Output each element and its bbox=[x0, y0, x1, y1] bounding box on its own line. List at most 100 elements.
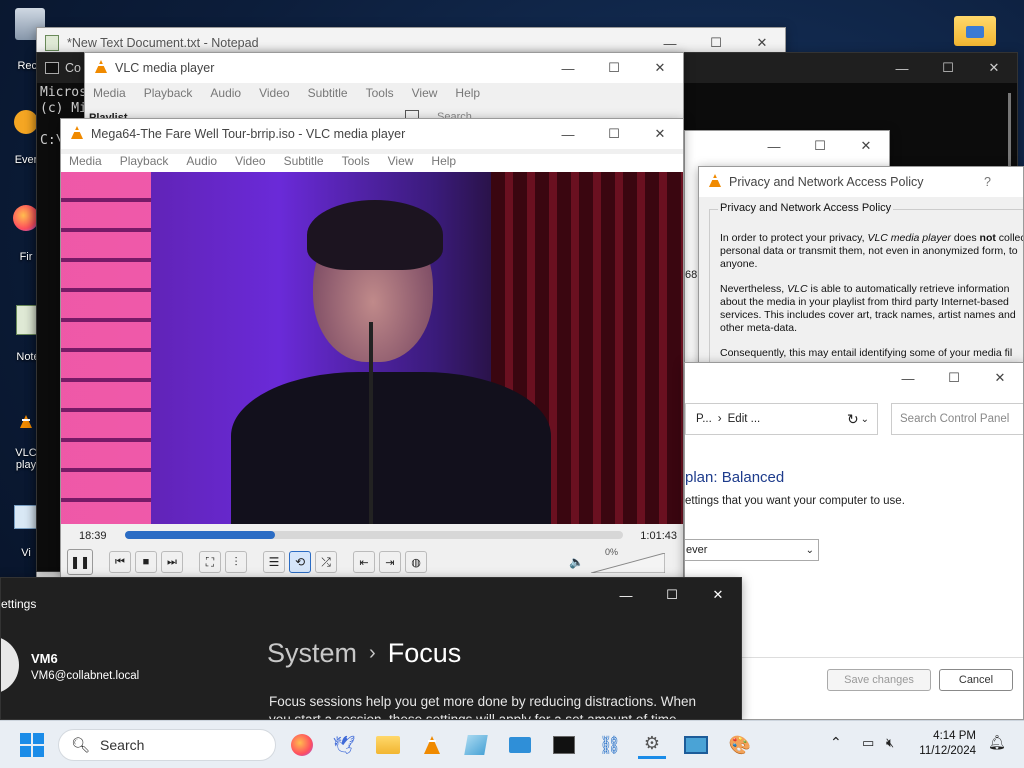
remote-desktop-icon[interactable] bbox=[682, 731, 710, 759]
vlc-main-window[interactable]: Mega64-The Fare Well Tour-brrip.iso - VL… bbox=[60, 118, 684, 578]
breadcrumb: System › Focus bbox=[267, 638, 461, 669]
menu-media[interactable]: Media bbox=[93, 86, 126, 100]
minimize-button[interactable]: — bbox=[751, 131, 797, 161]
breadcrumb-item[interactable]: Edit ... bbox=[728, 413, 761, 425]
menu-video[interactable]: Video bbox=[235, 154, 265, 172]
breadcrumb-item[interactable]: P... bbox=[696, 413, 712, 425]
privacy-dialog[interactable]: Privacy and Network Access Policy ? Priv… bbox=[698, 166, 1024, 366]
record-button[interactable]: ◍ bbox=[405, 551, 427, 573]
close-button[interactable]: ✕ bbox=[695, 580, 741, 610]
volume-slider[interactable] bbox=[590, 552, 666, 574]
menu-audio[interactable]: Audio bbox=[186, 154, 217, 172]
privacy-titlebar[interactable]: Privacy and Network Access Policy ? bbox=[699, 167, 1023, 197]
extended-settings-button[interactable]: ⫶ bbox=[225, 551, 247, 573]
maximize-button[interactable]: ☐ bbox=[925, 53, 971, 83]
menu-subtitle[interactable]: Subtitle bbox=[284, 154, 324, 172]
control-panel-search[interactable]: Search Control Panel bbox=[891, 403, 1023, 435]
menu-help[interactable]: Help bbox=[455, 86, 480, 100]
minimize-button[interactable]: — bbox=[879, 53, 925, 83]
breadcrumb-separator: › bbox=[369, 642, 376, 664]
volume-muted-icon[interactable]: 🔇︎ bbox=[886, 735, 894, 751]
plan-title: plan: Balanced bbox=[685, 469, 785, 486]
frame-back-button[interactable]: ⇤ bbox=[353, 551, 375, 573]
sleep-select[interactable]: ever ⌄ bbox=[685, 539, 819, 561]
privacy-title: Privacy and Network Access Policy bbox=[729, 175, 924, 189]
close-button[interactable]: ✕ bbox=[637, 53, 683, 83]
menu-media[interactable]: Media bbox=[69, 154, 102, 172]
background-window-text: 68 bbox=[685, 269, 698, 281]
refresh-icon[interactable]: ↻ bbox=[847, 411, 859, 428]
playlist-button[interactable]: ☰ bbox=[263, 551, 285, 573]
menu-playback[interactable]: Playback bbox=[144, 86, 193, 100]
stop-button[interactable]: ■ bbox=[135, 551, 157, 573]
maximize-button[interactable]: ☐ bbox=[797, 131, 843, 161]
firefox-icon[interactable] bbox=[288, 731, 316, 759]
pause-button[interactable]: ❚❚ bbox=[67, 549, 93, 575]
notifications-bell-icon[interactable]: 🔔︎ bbox=[988, 734, 1006, 751]
clock-time: 4:14 PM bbox=[933, 730, 976, 742]
desktop-icon-folder[interactable] bbox=[954, 12, 998, 48]
window-app-icon[interactable] bbox=[506, 731, 534, 759]
bird-app-icon[interactable]: 🕊 bbox=[330, 731, 358, 759]
previous-button[interactable]: ⏮ bbox=[109, 551, 131, 573]
help-button[interactable]: ? bbox=[984, 175, 991, 189]
vlc-icon bbox=[71, 126, 83, 142]
menu-subtitle[interactable]: Subtitle bbox=[308, 86, 348, 100]
notepad-icon[interactable] bbox=[462, 731, 490, 759]
menu-view[interactable]: View bbox=[412, 86, 438, 100]
menu-audio[interactable]: Audio bbox=[210, 86, 241, 100]
settings-icon[interactable]: ⚙ bbox=[638, 731, 666, 759]
menu-help[interactable]: Help bbox=[431, 154, 456, 172]
privacy-group: Privacy and Network Access Policy In ord… bbox=[709, 202, 1023, 365]
chevron-down-icon[interactable]: ⌄ bbox=[861, 414, 869, 425]
shuffle-button[interactable]: ⤮ bbox=[315, 551, 337, 573]
menu-playback[interactable]: Playback bbox=[120, 154, 169, 172]
seek-bar[interactable] bbox=[125, 531, 623, 539]
vlc-icon[interactable] bbox=[418, 731, 446, 759]
network-app-icon[interactable]: ⛓ bbox=[596, 731, 624, 759]
maximize-button[interactable]: ☐ bbox=[591, 53, 637, 83]
minimize-button[interactable]: — bbox=[603, 580, 649, 610]
frame-forward-button[interactable]: ⇥ bbox=[379, 551, 401, 573]
taskbar-search[interactable]: 🔍︎ Search bbox=[58, 729, 276, 761]
close-button[interactable]: ✕ bbox=[977, 363, 1023, 393]
close-button[interactable]: ✕ bbox=[971, 53, 1017, 83]
maximize-button[interactable]: ☐ bbox=[591, 119, 637, 149]
clock[interactable]: 4:14 PM 11/12/2024 bbox=[912, 729, 976, 759]
network-icon[interactable]: ▭ bbox=[862, 735, 874, 751]
volume-icon[interactable]: 🔈 bbox=[569, 555, 584, 569]
privacy-paragraph-2: Nevertheless, VLC is able to automatical… bbox=[720, 283, 1016, 334]
breadcrumb-system[interactable]: System bbox=[267, 638, 357, 669]
breadcrumb-separator: › bbox=[717, 413, 722, 425]
avatar[interactable] bbox=[1, 636, 19, 694]
paint-icon[interactable]: 🎨 bbox=[726, 731, 754, 759]
loop-button[interactable]: ⟲ bbox=[289, 551, 311, 573]
controls-bar: ❚❚ ⏮ ■ ⏭ ⛶ ⫶ ☰ ⟲ ⤮ ⇤ ⇥ ◍ 🔈 0% bbox=[61, 547, 683, 577]
maximize-button[interactable]: ☐ bbox=[649, 580, 695, 610]
minimize-button[interactable]: — bbox=[545, 53, 591, 83]
menu-view[interactable]: View bbox=[388, 154, 414, 172]
file-explorer-icon[interactable] bbox=[374, 731, 402, 759]
cmd-line: (c) Mi bbox=[40, 101, 87, 116]
fullscreen-button[interactable]: ⛶ bbox=[199, 551, 221, 573]
close-button[interactable]: ✕ bbox=[843, 131, 889, 161]
menu-tools[interactable]: Tools bbox=[366, 86, 394, 100]
terminal-icon[interactable] bbox=[550, 731, 578, 759]
menu-tools[interactable]: Tools bbox=[342, 154, 370, 172]
cancel-button[interactable]: Cancel bbox=[939, 669, 1013, 691]
plan-description: ettings that you want your computer to u… bbox=[685, 495, 905, 507]
video-area[interactable] bbox=[61, 172, 683, 524]
privacy-heading: Privacy and Network Access Policy bbox=[718, 202, 894, 215]
brick-wall bbox=[61, 172, 151, 524]
settings-window[interactable]: ettings — ☐ ✕ VM6 VM6@collabnet.local Sy… bbox=[0, 577, 742, 720]
maximize-button[interactable]: ☐ bbox=[931, 363, 977, 393]
vlc-icon bbox=[95, 60, 107, 76]
tray-chevron-icon[interactable]: ⌃ bbox=[830, 734, 842, 751]
minimize-button[interactable]: — bbox=[885, 363, 931, 393]
menu-video[interactable]: Video bbox=[259, 86, 289, 100]
minimize-button[interactable]: — bbox=[545, 119, 591, 149]
next-button[interactable]: ⏭ bbox=[161, 551, 183, 573]
close-button[interactable]: ✕ bbox=[637, 119, 683, 149]
save-changes-button[interactable]: Save changes bbox=[827, 669, 931, 691]
start-button[interactable] bbox=[20, 733, 44, 757]
